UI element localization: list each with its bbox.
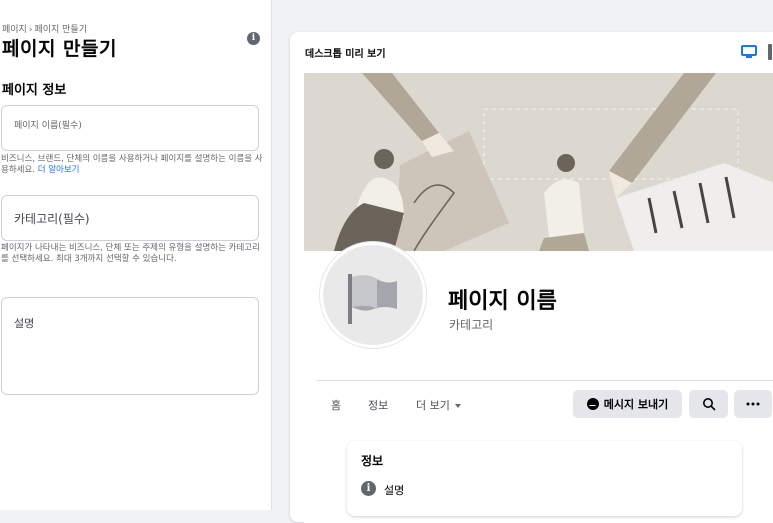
section-title-page-info: 페이지 정보 (2, 83, 67, 98)
preview-category: 카테고리 (449, 318, 494, 332)
cover-illustration (304, 73, 773, 251)
about-card-title: 정보 (361, 454, 384, 468)
learn-more-link[interactable]: 더 알아보기 (38, 165, 80, 175)
about-description: 설명 (384, 484, 405, 497)
more-options-button[interactable] (734, 390, 772, 418)
tab-about[interactable]: 정보 (368, 397, 388, 413)
send-message-button[interactable]: 메시지 보내기 (573, 390, 682, 418)
category-placeholder: 카테고리(필수) (14, 212, 90, 226)
category-field[interactable]: 카테고리(필수) (1, 195, 259, 241)
page-name-placeholder: 페이지 이름(필수) (14, 121, 82, 131)
caret-down-icon (454, 404, 461, 408)
tab-more[interactable]: 더 보기 (416, 397, 461, 413)
tab-home[interactable]: 홈 (331, 397, 341, 413)
nav-divider (316, 380, 773, 381)
category-help: 페이지가 나타내는 비즈니스, 단체 또는 주제의 유형을 설명하는 카테고리를… (1, 243, 260, 264)
mobile-icon[interactable] (768, 44, 772, 60)
description-placeholder: 설명 (14, 317, 35, 330)
info-icon: i (361, 481, 376, 496)
more-icon (746, 402, 760, 406)
search-icon (702, 398, 716, 411)
info-icon[interactable]: i (247, 32, 260, 45)
preview-page-name: 페이지 이름 (448, 289, 557, 314)
search-button[interactable] (689, 390, 728, 418)
tab-more-label: 더 보기 (416, 399, 450, 412)
flag-icon (348, 274, 397, 324)
desktop-icon[interactable] (741, 45, 757, 58)
description-field[interactable]: 설명 (1, 297, 259, 395)
page-name-help: 비즈니스, 브랜드, 단체의 이름을 사용하거나 페이지를 설명하는 이름을 사… (1, 154, 263, 176)
messenger-icon (586, 398, 599, 410)
page-title: 페이지 만들기 (2, 38, 117, 60)
create-page-sidebar: 페이지 › 페이지 만들기 페이지 만들기 i 페이지 정보 페이지 이름(필수) … (0, 0, 272, 510)
send-message-label: 메시지 보내기 (603, 398, 669, 411)
page-name-field[interactable]: 페이지 이름(필수) (1, 105, 259, 151)
about-card (347, 441, 742, 516)
desktop-preview-label: 데스크톱 미리 보기 (305, 49, 386, 60)
cover-photo (304, 73, 773, 251)
